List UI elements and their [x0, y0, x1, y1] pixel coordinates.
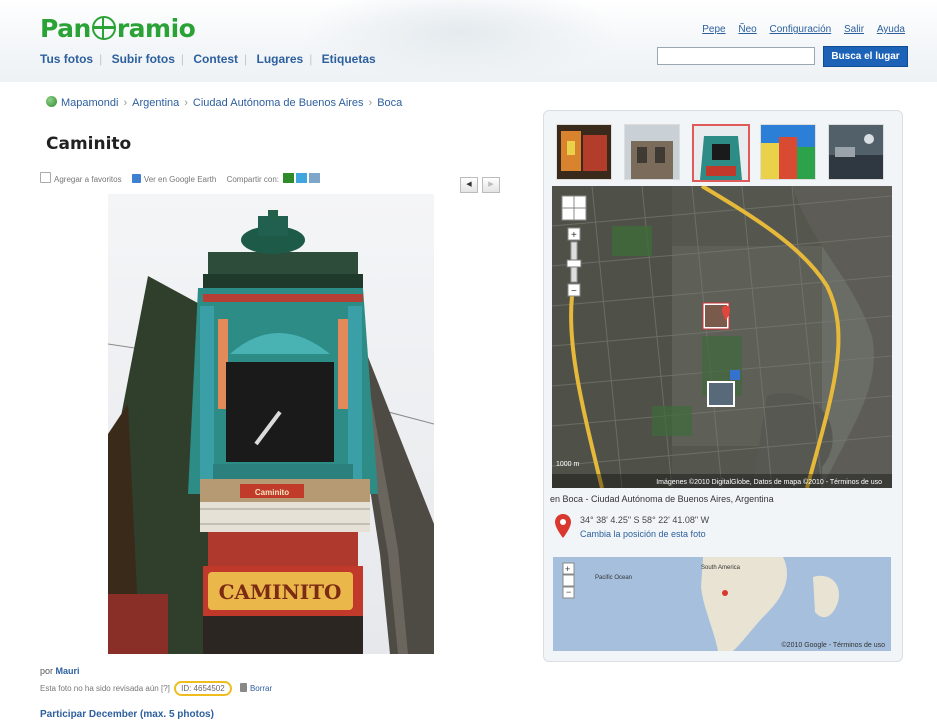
svg-text:Caminito: Caminito: [255, 488, 289, 497]
photo-id-highlight: ID: 4654502: [174, 681, 232, 696]
header-globe-background: [300, 0, 620, 82]
coordinates: 34° 38' 4.25" S 58° 22' 41.08" W: [580, 515, 710, 525]
add-favorite-label: Agregar a favoritos: [54, 175, 122, 184]
logout-link[interactable]: Salir: [844, 24, 864, 35]
main-nav: Tus fotos | Subir fotos | Contest | Lugares…: [40, 52, 376, 66]
nav-places[interactable]: Lugares: [257, 52, 304, 66]
news-link[interactable]: Ñeo: [738, 24, 756, 35]
nearby-thumbnail[interactable]: [556, 124, 612, 180]
main-photo[interactable]: Caminito CAMINITO: [108, 194, 434, 654]
share-email-icon[interactable]: [309, 173, 321, 183]
help-link[interactable]: Ayuda: [877, 24, 905, 35]
thumbnail-image: [829, 125, 883, 179]
nav-tags[interactable]: Etiquetas: [322, 52, 376, 66]
svg-text:+: +: [565, 564, 570, 574]
share-blue-icon[interactable]: [296, 173, 308, 183]
caminito-photo-image: Caminito CAMINITO: [108, 194, 434, 654]
breadcrumb: Mapamondi › Argentina › Ciudad Autónoma de B…: [46, 96, 402, 109]
author-line: por Mauri: [40, 666, 80, 676]
svg-text:+: +: [571, 230, 577, 241]
caminito-sign: CAMINITO: [219, 580, 342, 604]
nav-contest[interactable]: Contest: [193, 52, 238, 66]
breadcrumb-separator: ›: [184, 97, 188, 109]
breadcrumb-separator: ›: [123, 97, 128, 109]
nearby-thumbnail[interactable]: [760, 124, 816, 180]
photo-sidebar: + − 1000 m Imágenes ©2010 DigitalGlobe, D…: [543, 110, 903, 662]
thumbnail-image: [625, 125, 679, 179]
user-link[interactable]: Pepe: [702, 24, 725, 35]
add-favorite-link[interactable]: Agregar a favoritos: [40, 172, 122, 184]
satellite-map[interactable]: + − 1000 m Imágenes ©2010 DigitalGlobe, D…: [552, 186, 892, 488]
overview-label-south-america: South America: [701, 565, 741, 571]
nav-separator: |: [99, 52, 103, 66]
nav-separator: |: [309, 52, 313, 66]
photo-navigation: ◀ ▶: [460, 173, 504, 193]
share-green-icon[interactable]: [283, 173, 295, 183]
svg-text:−: −: [566, 587, 571, 597]
change-position-link[interactable]: Cambia la posición de esta foto: [580, 529, 706, 539]
location-caption: en Boca - Ciudad Autónoma de Buenos Aire…: [550, 494, 774, 504]
nearby-thumbnail[interactable]: [828, 124, 884, 180]
thumbnail-image: [557, 125, 611, 179]
author-prefix: por: [40, 666, 54, 676]
google-earth-label: Ver en Google Earth: [143, 175, 217, 184]
nearby-thumbnail[interactable]: [624, 124, 680, 180]
nearby-thumbnail-selected[interactable]: [692, 124, 750, 182]
previous-photo-button[interactable]: ◀: [460, 177, 478, 193]
search-place-button[interactable]: Busca el lugar: [823, 46, 908, 67]
google-earth-icon: [131, 174, 141, 183]
map-pin-icon: [555, 514, 571, 538]
nav-upload-photos[interactable]: Subir fotos: [112, 52, 175, 66]
overview-attribution: ©2010 Google - Términos de uso: [782, 641, 886, 649]
photo-title: Caminito: [46, 134, 132, 154]
page-header: Pan ramio Tus fotos | Subir fotos | Contest…: [0, 0, 937, 82]
breadcrumb-world[interactable]: Mapamondi: [61, 97, 118, 109]
review-status-text: Esta foto no ha sido revisada aún [?]: [40, 684, 170, 693]
next-photo-button[interactable]: ▶: [482, 177, 500, 193]
map-attribution: Imágenes ©2010 DigitalGlobe, Datos de ma…: [656, 478, 882, 486]
participate-contest-link[interactable]: Participar December (max. 5 photos): [40, 709, 214, 720]
thumbnail-image: [694, 126, 748, 180]
google-earth-link[interactable]: Ver en Google Earth: [131, 174, 217, 184]
globe-icon: [46, 96, 57, 107]
account-links: Pepe Ñeo Configuración Salir Ayuda: [692, 24, 905, 35]
photo-info-line: Esta foto no ha sido revisada aún [?] ID…: [40, 681, 272, 696]
nav-separator: |: [180, 52, 185, 66]
breadcrumb-city[interactable]: Ciudad Autónoma de Buenos Aires: [193, 97, 364, 109]
overview-label-ocean: Pacific Ocean: [595, 575, 632, 581]
settings-link[interactable]: Configuración: [770, 24, 832, 35]
overview-map[interactable]: + − ©2010 Google - Términos de uso South …: [553, 557, 891, 651]
nav-separator: |: [244, 52, 248, 66]
breadcrumb-country[interactable]: Argentina: [132, 97, 179, 109]
svg-text:−: −: [571, 286, 577, 297]
satellite-map-image: + − 1000 m Imágenes ©2010 DigitalGlobe, D…: [552, 186, 892, 488]
breadcrumb-neighborhood[interactable]: Boca: [377, 97, 402, 109]
breadcrumb-separator: ›: [368, 97, 373, 109]
overview-map-image: + − ©2010 Google - Términos de uso South …: [553, 557, 891, 651]
logo-globe-icon: [91, 16, 116, 40]
trash-icon: [239, 683, 247, 692]
logo-text-pre: Pan: [40, 14, 91, 43]
delete-photo-link[interactable]: Borrar: [250, 684, 272, 693]
share-label: Compartir con:: [226, 175, 280, 184]
panoramio-logo[interactable]: Pan ramio: [40, 14, 196, 43]
map-scale-label: 1000 m: [556, 461, 580, 468]
thumbnail-image: [761, 125, 815, 179]
star-icon: [40, 172, 51, 183]
author-link[interactable]: Mauri: [56, 666, 80, 676]
share-with: Compartir con:: [226, 173, 321, 184]
logo-text-post: ramio: [116, 14, 196, 43]
nav-your-photos[interactable]: Tus fotos: [40, 52, 93, 66]
photo-actions: Agregar a favoritos Ver en Google Earth …: [40, 172, 328, 184]
place-search-input[interactable]: [657, 47, 815, 65]
